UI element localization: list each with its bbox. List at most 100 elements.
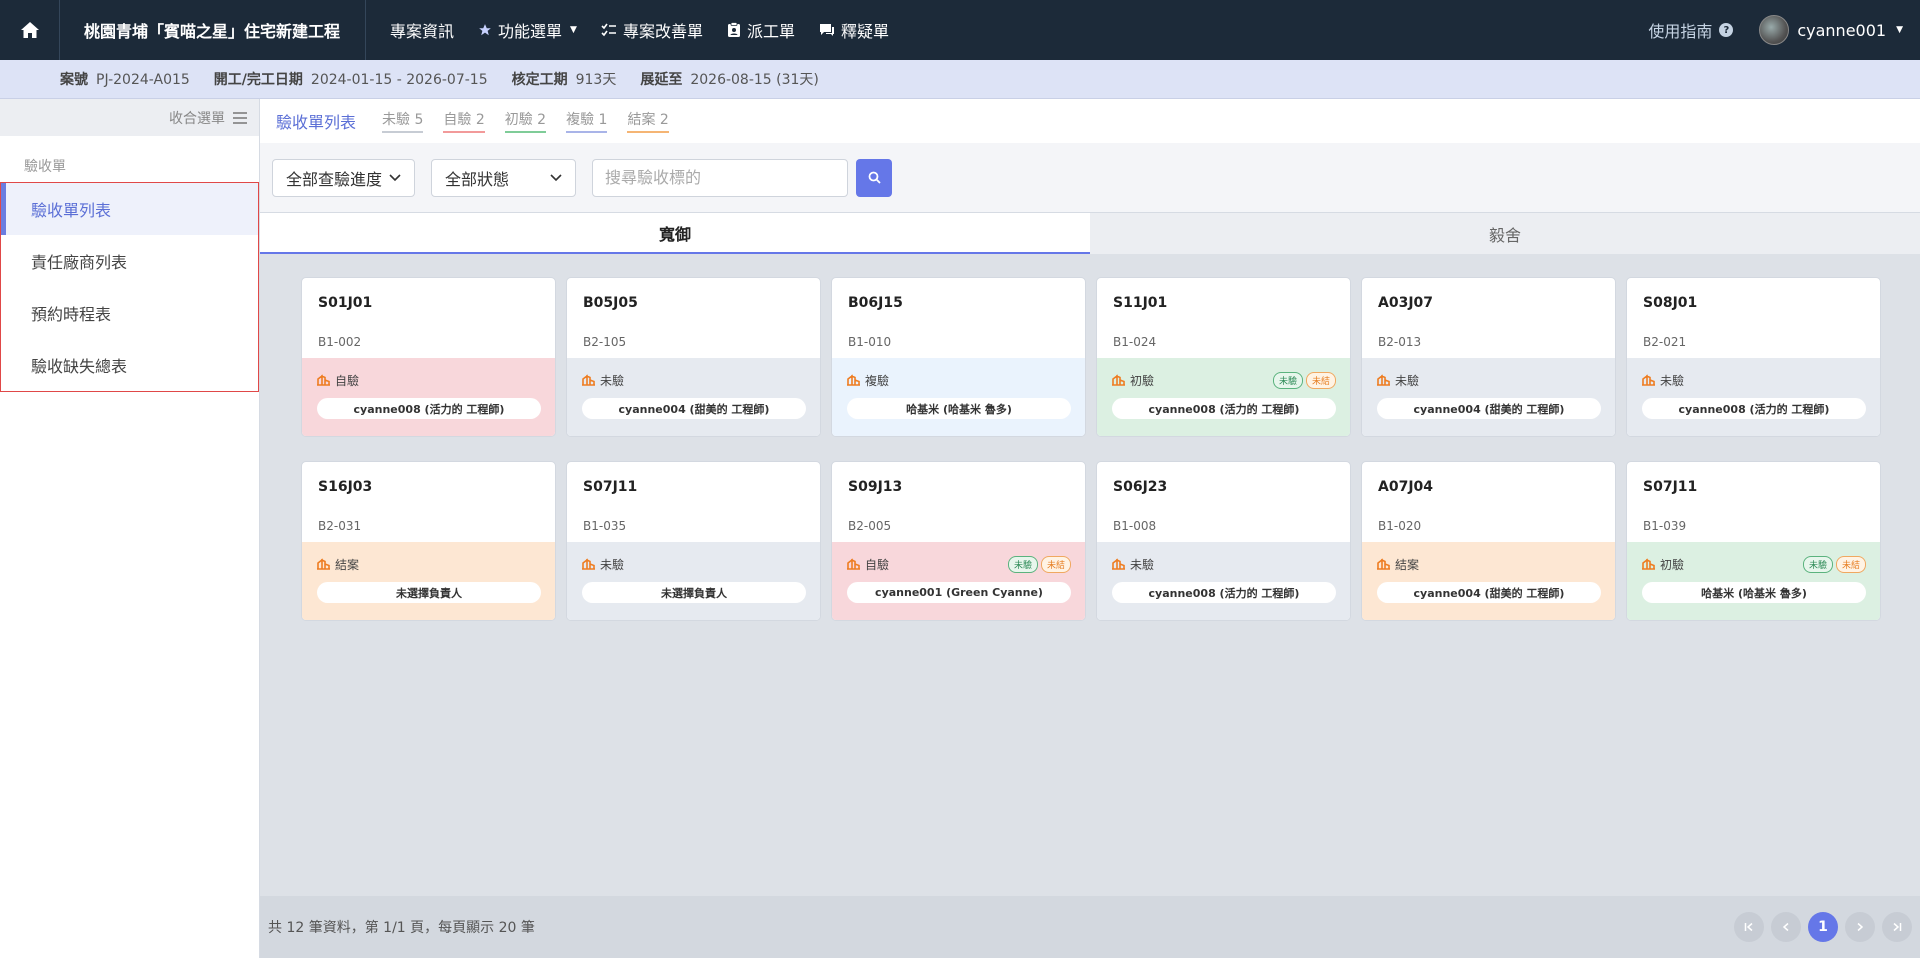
inspection-card[interactable]: S06J23 B1-008 未驗 cyanne008 (活力的 工程師) — [1096, 461, 1351, 621]
building-icon — [582, 374, 595, 386]
card-status-area: 未驗 cyanne004 (甜美的 工程師) — [567, 358, 820, 436]
prev-page-button[interactable] — [1771, 912, 1801, 942]
tab-reinspected[interactable]: 複驗 1 — [566, 109, 608, 133]
inspection-card[interactable]: S07J11 B1-035 未驗 未選擇負責人 — [566, 461, 821, 621]
page-button[interactable]: 1 — [1808, 912, 1838, 942]
card-unit: B2-105 — [583, 335, 627, 349]
card-header: S09J13 B2-005 — [832, 462, 1085, 542]
card-header: S07J11 B1-035 — [567, 462, 820, 542]
building-icon — [1112, 558, 1125, 570]
card-header: B06J15 B1-010 — [832, 278, 1085, 358]
nav-improvement[interactable]: 專案改善單 — [589, 0, 715, 60]
tab-uninspected[interactable]: 未驗 5 — [382, 109, 424, 133]
status-tabs: 驗收單列表 未驗 5 自驗 2 初驗 2 複驗 1 結案 2 — [260, 99, 1920, 143]
card-unit: B2-031 — [318, 519, 362, 533]
card-assignee: cyanne004 (甜美的 工程師) — [1377, 398, 1601, 419]
card-header: S01J01 B1-002 — [302, 278, 555, 358]
tab-self-inspected[interactable]: 自驗 2 — [443, 109, 485, 133]
tab-building-1[interactable]: 寬御 — [260, 213, 1090, 254]
card-unit: B1-002 — [318, 335, 362, 349]
card-status-area: 未驗 cyanne008 (活力的 工程師) — [1097, 542, 1350, 620]
search-input[interactable] — [592, 158, 848, 197]
card-unit: B1-008 — [1113, 519, 1157, 533]
building-icon — [1112, 374, 1125, 386]
home-icon — [20, 22, 39, 38]
first-page-button[interactable] — [1734, 912, 1764, 942]
nav-label: 功能選單 — [498, 22, 563, 41]
card-badges: 未驗 未結 — [1007, 555, 1071, 573]
select-value: 全部查驗進度 — [286, 169, 383, 189]
building-icon — [1642, 558, 1655, 570]
inspection-card[interactable]: S11J01 B1-024 初驗 未驗 未結 cyanne008 (活力的 工程師) — [1096, 277, 1351, 437]
card-id: B05J05 — [583, 295, 638, 311]
user-guide-link[interactable]: 使用指南 ? — [1648, 18, 1734, 42]
card-status-row: 未驗 — [1377, 371, 1601, 389]
inspection-card[interactable]: B05J05 B2-105 未驗 cyanne004 (甜美的 工程師) — [566, 277, 821, 437]
inspection-card[interactable]: S07J11 B1-039 初驗 未驗 未結 哈基米 (哈基米 魯多) — [1626, 461, 1881, 621]
card-unit: B1-035 — [583, 519, 627, 533]
card-status-area: 結案 未選擇負責人 — [302, 542, 555, 620]
start-end-dates: 開工/完工日期 2024-01-15 - 2026-07-15 — [213, 72, 488, 88]
sidebar-item-label: 驗收單列表 — [31, 201, 112, 220]
chevron-down-icon — [389, 173, 401, 181]
tab-initial-inspected[interactable]: 初驗 2 — [504, 109, 547, 133]
card-status: 結案 — [1395, 557, 1420, 572]
nav-label: 專案改善單 — [622, 22, 703, 41]
sidebar-item-inspection-list[interactable]: 驗收單列表 — [1, 183, 258, 235]
nav-dispatch[interactable]: 派工單 — [715, 0, 807, 60]
building-icon — [847, 374, 860, 386]
card-id: S11J01 — [1113, 295, 1168, 311]
search-button[interactable] — [856, 158, 892, 197]
card-header: S06J23 B1-008 — [1097, 462, 1350, 542]
chevron-down-icon: ▼ — [570, 25, 577, 35]
inspection-card[interactable]: S16J03 B2-031 結案 未選擇負責人 — [301, 461, 556, 621]
nav-label: 專案資訊 — [390, 22, 455, 41]
sidebar-item-label: 驗收缺失總表 — [31, 357, 128, 376]
menu-icon — [233, 111, 247, 124]
last-page-button[interactable] — [1882, 912, 1912, 942]
card-id: A07J04 — [1378, 479, 1434, 495]
collapse-menu-button[interactable]: 收合選單 — [0, 99, 259, 136]
nav-clarification[interactable]: 釋疑單 — [807, 0, 901, 60]
home-button[interactable] — [0, 0, 60, 60]
status-badge: 未結 — [1305, 371, 1336, 389]
building-icon — [317, 558, 330, 570]
inspection-card[interactable]: S08J01 B2-021 未驗 cyanne008 (活力的 工程師) — [1626, 277, 1881, 437]
building-icon — [1642, 374, 1655, 386]
next-page-button[interactable] — [1845, 912, 1875, 942]
user-menu[interactable]: cyanne001 ▼ — [1759, 15, 1903, 45]
card-status-row: 初驗 未驗 未結 — [1642, 555, 1866, 573]
card-status-row: 未驗 — [1112, 555, 1336, 573]
tab-closed[interactable]: 結案 2 — [627, 109, 669, 133]
nav-function-menu[interactable]: 功能選單 ▼ — [466, 0, 589, 60]
card-unit: B2-005 — [848, 519, 892, 533]
sidebar: 收合選單 驗收單 驗收單列表 責任廠商列表 預約時程表 驗收缺失總表 — [0, 99, 260, 958]
inspection-card[interactable]: S01J01 B1-002 自驗 cyanne008 (活力的 工程師) — [301, 277, 556, 437]
card-assignee: cyanne008 (活力的 工程師) — [1112, 582, 1336, 603]
inspection-card[interactable]: A03J07 B2-013 未驗 cyanne004 (甜美的 工程師) — [1361, 277, 1616, 437]
main-content: 驗收單列表 未驗 5 自驗 2 初驗 2 複驗 1 結案 2 全部查驗進度 全部… — [260, 99, 1920, 958]
card-header: B05J05 B2-105 — [567, 278, 820, 358]
chevron-left-icon — [1782, 922, 1789, 932]
tab-inspection-list[interactable]: 驗收單列表 — [276, 109, 356, 133]
inspection-card[interactable]: B06J15 B1-010 複驗 哈基米 (哈基米 魯多) — [831, 277, 1086, 437]
building-icon — [317, 374, 330, 386]
sidebar-item-defect-summary[interactable]: 驗收缺失總表 — [1, 339, 258, 391]
inspection-card[interactable]: S09J13 B2-005 自驗 未驗 未結 cyanne001 (Green Cyann… — [831, 461, 1086, 621]
filter-bar: 全部查驗進度 全部狀態 — [260, 143, 1920, 212]
card-unit: B1-039 — [1643, 519, 1687, 533]
progress-filter-select[interactable]: 全部查驗進度 — [272, 158, 415, 197]
card-assignee: 哈基米 (哈基米 魯多) — [1642, 582, 1866, 603]
pagination: 1 — [1734, 912, 1912, 942]
card-status: 初驗 — [1660, 557, 1685, 572]
sidebar-item-vendor-list[interactable]: 責任廠商列表 — [1, 235, 258, 287]
card-status-area: 初驗 未驗 未結 cyanne008 (活力的 工程師) — [1097, 358, 1350, 436]
help-icon: ? — [1719, 23, 1734, 37]
card-id: S09J13 — [848, 479, 903, 495]
sidebar-item-schedule[interactable]: 預約時程表 — [1, 287, 258, 339]
nav-project-info[interactable]: 專案資訊 — [378, 0, 466, 60]
status-filter-select[interactable]: 全部狀態 — [431, 158, 576, 197]
card-assignee: cyanne004 (甜美的 工程師) — [1377, 582, 1601, 603]
tab-building-2[interactable]: 毅舍 — [1090, 213, 1920, 254]
inspection-card[interactable]: A07J04 B1-020 結案 cyanne004 (甜美的 工程師) — [1361, 461, 1616, 621]
